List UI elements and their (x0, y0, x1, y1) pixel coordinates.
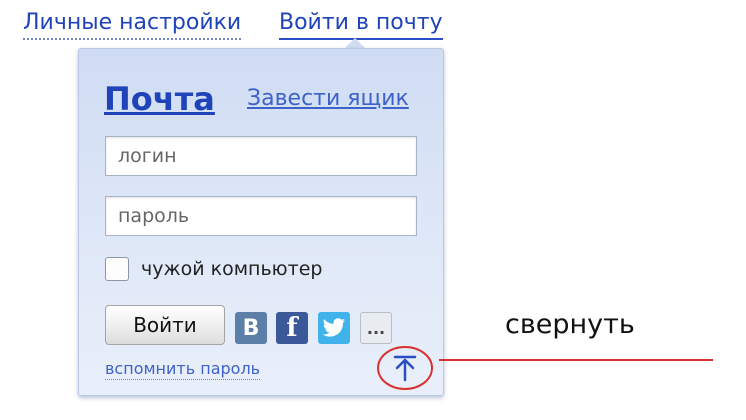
arrow-up-to-line-icon[interactable] (375, 343, 435, 393)
twitter-bird-icon (322, 318, 345, 337)
login-input[interactable] (105, 136, 417, 176)
login-mail-link[interactable]: Войти в почту (279, 8, 443, 40)
more-dots-icon: ... (366, 318, 386, 338)
twitter-login-button[interactable] (318, 312, 350, 344)
password-input[interactable] (105, 196, 417, 236)
vk-icon: B (242, 315, 260, 341)
mail-title-link[interactable]: Почта (104, 79, 215, 119)
panel-pointer (345, 38, 365, 48)
foreign-computer-label[interactable]: чужой компьютер (141, 258, 322, 280)
foreign-computer-row: чужой компьютер (105, 255, 322, 283)
more-social-button[interactable]: ... (360, 312, 392, 344)
collapse-annotation-label: свернуть (505, 309, 635, 340)
facebook-login-button[interactable]: f (276, 312, 308, 344)
remember-password-link[interactable]: вспомнить пароль (105, 359, 261, 380)
create-mailbox-link[interactable]: Завести ящик (247, 85, 409, 113)
vk-login-button[interactable]: B (235, 312, 267, 344)
facebook-icon: f (286, 313, 298, 343)
annotation-line (439, 359, 713, 361)
foreign-computer-checkbox[interactable] (105, 257, 129, 281)
login-button[interactable]: Войти (105, 305, 225, 345)
personal-settings-link[interactable]: Личные настройки (23, 8, 242, 40)
